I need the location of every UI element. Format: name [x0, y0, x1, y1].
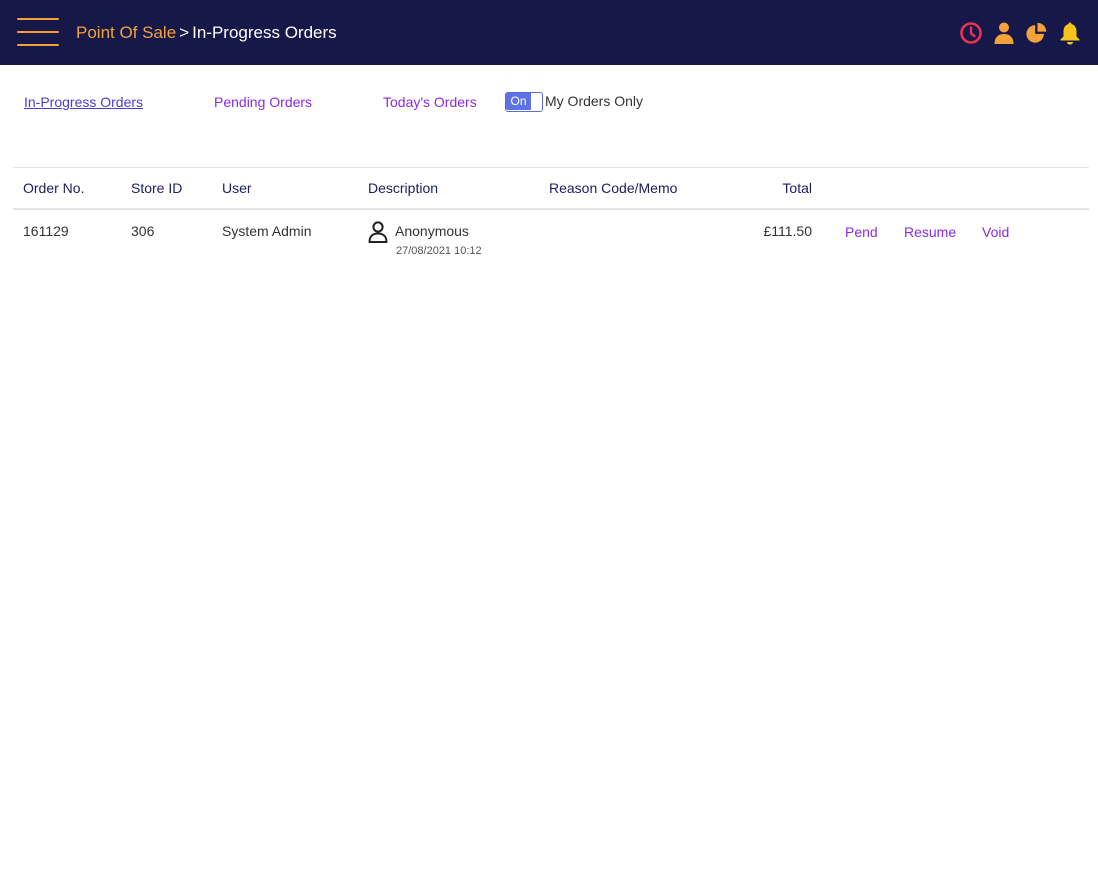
- header-icons: [959, 19, 1082, 47]
- my-orders-only-label: My Orders Only: [545, 93, 644, 109]
- column-header-order-no: Order No.: [23, 180, 85, 196]
- breadcrumb-point-of-sale[interactable]: Point Of Sale: [76, 23, 176, 42]
- pie-chart-icon[interactable]: [1025, 21, 1049, 45]
- column-header-reason-code-memo: Reason Code/Memo: [549, 180, 678, 196]
- store-id: 306: [131, 223, 155, 239]
- user-icon[interactable]: [992, 21, 1016, 45]
- breadcrumb-separator: >: [179, 23, 190, 42]
- column-header-store-id: Store ID: [131, 180, 183, 196]
- tab-todays-orders[interactable]: Today's Orders: [383, 94, 477, 110]
- tab-in-progress-orders[interactable]: In-Progress Orders: [24, 94, 143, 110]
- page-title: In-Progress Orders: [192, 23, 337, 42]
- customer-name: Anonymous: [395, 223, 469, 239]
- user-name: System Admin: [222, 223, 312, 239]
- pend-button[interactable]: Pend: [845, 224, 878, 240]
- orders-table: Order No. Store ID User Description Reas…: [13, 167, 1089, 266]
- table-row[interactable]: 161129 306 System Admin Anonymous 27/08/…: [13, 210, 1089, 266]
- hamburger-menu-icon[interactable]: [17, 17, 59, 47]
- order-timestamp: 27/08/2021 10:12: [396, 245, 482, 257]
- customer-icon: [368, 221, 388, 243]
- resume-button[interactable]: Resume: [904, 224, 956, 240]
- order-number: 161129: [23, 223, 69, 239]
- order-total: £111.50: [763, 223, 812, 239]
- bell-icon[interactable]: [1058, 21, 1082, 45]
- my-orders-only-toggle[interactable]: On: [505, 92, 543, 112]
- column-header-user: User: [222, 180, 252, 196]
- top-bar: Point Of Sale > In-Progress Orders: [0, 0, 1098, 65]
- void-button[interactable]: Void: [982, 224, 1009, 240]
- clock-icon[interactable]: [959, 21, 983, 45]
- breadcrumb: Point Of Sale > In-Progress Orders: [76, 22, 337, 44]
- table-header: Order No. Store ID User Description Reas…: [13, 167, 1089, 210]
- column-header-total: Total: [782, 180, 812, 196]
- toggle-state: On: [506, 93, 531, 110]
- tab-pending-orders[interactable]: Pending Orders: [214, 94, 312, 110]
- column-header-description: Description: [368, 180, 439, 196]
